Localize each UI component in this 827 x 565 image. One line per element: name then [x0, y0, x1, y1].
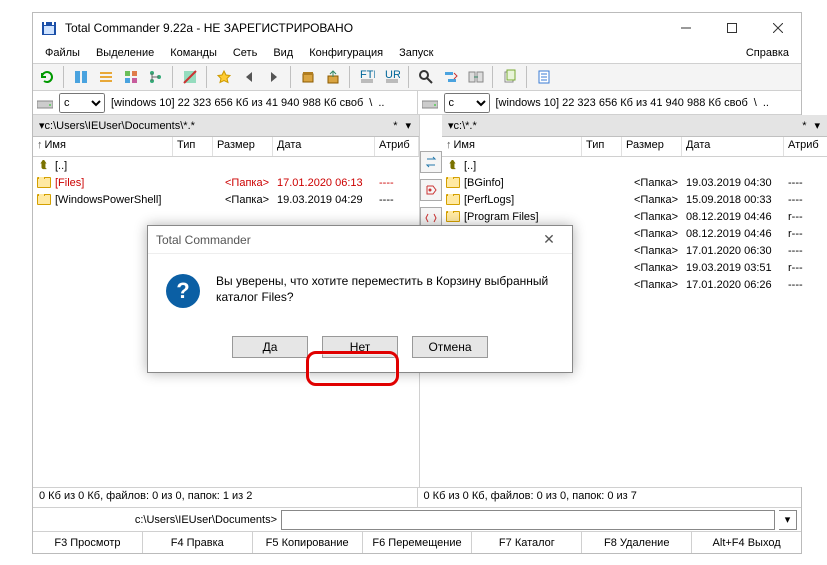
- multi-rename-icon[interactable]: [439, 65, 463, 89]
- right-columns[interactable]: Имя Тип Размер Дата Атриб: [442, 137, 827, 157]
- no-button[interactable]: Нет: [322, 336, 398, 358]
- drive-up-button[interactable]: ..: [378, 97, 384, 109]
- col-type[interactable]: Тип: [173, 137, 213, 156]
- left-columns[interactable]: Имя Тип Размер Дата Атриб: [33, 137, 419, 157]
- menu-commands[interactable]: Команды: [162, 45, 225, 61]
- dialog-title: Total Commander: [156, 233, 534, 247]
- file-row[interactable]: ⮬[..]: [442, 157, 827, 174]
- col-date[interactable]: Дата: [273, 137, 375, 156]
- window-title: Total Commander 9.22a - НЕ ЗАРЕГИСТРИРОВ…: [65, 21, 663, 35]
- history-icon[interactable]: ▾: [810, 119, 824, 132]
- url-icon[interactable]: URL: [380, 65, 404, 89]
- cancel-button[interactable]: Отмена: [412, 336, 488, 358]
- cmdline-input[interactable]: [281, 510, 775, 530]
- col-name[interactable]: Имя: [442, 137, 582, 156]
- file-row[interactable]: ⮬[..]: [33, 157, 419, 174]
- invert-icon[interactable]: [178, 65, 202, 89]
- menu-files[interactable]: Файлы: [37, 45, 88, 61]
- f3-button[interactable]: F3 Просмотр: [33, 532, 143, 553]
- dialog-close-icon[interactable]: ✕: [534, 231, 564, 248]
- left-status: 0 Кб из 0 Кб, файлов: 0 из 0, папок: 1 и…: [33, 488, 418, 507]
- menu-view[interactable]: Вид: [265, 45, 301, 61]
- menu-config[interactable]: Конфигурация: [301, 45, 391, 61]
- toolbar: FTP URL: [33, 63, 801, 91]
- close-button[interactable]: [755, 13, 801, 43]
- thumbnails-icon[interactable]: [119, 65, 143, 89]
- search-icon[interactable]: [414, 65, 438, 89]
- dialog-message: Вы уверены, что хотите переместить в Кор…: [216, 274, 554, 305]
- col-name[interactable]: Имя: [33, 137, 173, 156]
- function-keys: F3 Просмотр F4 Правка F5 Копирование F6 …: [33, 531, 801, 553]
- right-pathbar[interactable]: ▾ c:\*.* * ▾: [442, 115, 827, 137]
- drive-root-button[interactable]: \: [754, 97, 757, 109]
- question-icon: ?: [166, 274, 200, 308]
- star-icon[interactable]: [212, 65, 236, 89]
- menu-start[interactable]: Запуск: [391, 45, 441, 61]
- cmdline-label: c:\Users\IEUser\Documents>: [37, 514, 277, 526]
- full-view-icon[interactable]: [94, 65, 118, 89]
- drive-icon: [37, 97, 53, 109]
- copy-names-icon[interactable]: [498, 65, 522, 89]
- file-row[interactable]: [Files]<Папка>17.01.2020 06:13----: [33, 174, 419, 191]
- tree-icon[interactable]: [144, 65, 168, 89]
- left-pathbar[interactable]: ▾ c:\Users\IEUser\Documents\*.* * ▾: [33, 115, 419, 137]
- drive-up-button[interactable]: ..: [763, 97, 769, 109]
- right-drive-select[interactable]: c: [444, 93, 490, 113]
- f4-button[interactable]: F4 Правка: [143, 532, 253, 553]
- forward-icon[interactable]: [262, 65, 286, 89]
- minimize-button[interactable]: [663, 13, 709, 43]
- menu-net[interactable]: Сеть: [225, 45, 265, 61]
- back-icon[interactable]: [237, 65, 261, 89]
- swap-panels-icon[interactable]: [420, 151, 442, 173]
- file-row[interactable]: [PerfLogs]<Папка>15.09.2018 00:33----: [442, 191, 827, 208]
- confirm-dialog: Total Commander ✕ ? Вы уверены, что хоти…: [147, 225, 573, 373]
- notepad-icon[interactable]: [532, 65, 556, 89]
- col-attr[interactable]: Атриб: [784, 137, 827, 156]
- pack-icon[interactable]: [296, 65, 320, 89]
- f5-button[interactable]: F5 Копирование: [253, 532, 363, 553]
- col-attr[interactable]: Атриб: [375, 137, 419, 156]
- command-line: c:\Users\IEUser\Documents> ▾: [33, 507, 801, 531]
- app-icon: [41, 20, 57, 36]
- maximize-button[interactable]: [709, 13, 755, 43]
- ftp-icon[interactable]: FTP: [355, 65, 379, 89]
- col-size[interactable]: Размер: [213, 137, 273, 156]
- cmdline-history-icon[interactable]: ▾: [779, 510, 797, 530]
- col-size[interactable]: Размер: [622, 137, 682, 156]
- altf4-button[interactable]: Alt+F4 Выход: [692, 532, 801, 553]
- f6-button[interactable]: F6 Перемещение: [363, 532, 473, 553]
- yes-button[interactable]: Да: [232, 336, 308, 358]
- drive-root-button[interactable]: \: [369, 97, 372, 109]
- left-drive-label: [windows 10] 22 323 656 Кб из 41 940 988…: [111, 97, 363, 109]
- drivebar: c [windows 10] 22 323 656 Кб из 41 940 9…: [33, 91, 801, 115]
- col-type[interactable]: Тип: [582, 137, 622, 156]
- col-date[interactable]: Дата: [682, 137, 784, 156]
- file-row[interactable]: [WindowsPowerShell]<Папка>19.03.2019 04:…: [33, 191, 419, 208]
- history-icon[interactable]: ▾: [401, 119, 415, 132]
- unpack-icon[interactable]: [321, 65, 345, 89]
- f8-button[interactable]: F8 Удаление: [582, 532, 692, 553]
- favorites-icon[interactable]: *: [798, 120, 810, 132]
- drive-icon: [422, 97, 438, 109]
- f7-button[interactable]: F7 Каталог: [472, 532, 582, 553]
- right-path: c:\*.*: [454, 120, 477, 132]
- right-drive-label: [windows 10] 22 323 656 Кб из 41 940 988…: [496, 97, 748, 109]
- refresh-icon[interactable]: [35, 65, 59, 89]
- right-status: 0 Кб из 0 Кб, файлов: 0 из 0, папок: 0 и…: [418, 488, 802, 507]
- statusbar: 0 Кб из 0 Кб, файлов: 0 из 0, папок: 1 и…: [33, 487, 801, 507]
- menu-selection[interactable]: Выделение: [88, 45, 162, 61]
- brief-view-icon[interactable]: [69, 65, 93, 89]
- menu-help[interactable]: Справка: [738, 45, 797, 61]
- menubar: Файлы Выделение Команды Сеть Вид Конфигу…: [33, 43, 801, 63]
- sync-icon[interactable]: [464, 65, 488, 89]
- file-row[interactable]: [Program Files]<Папка>08.12.2019 04:46r-…: [442, 208, 827, 225]
- favorites-icon[interactable]: *: [389, 120, 401, 132]
- left-path: c:\Users\IEUser\Documents\*.*: [45, 120, 195, 132]
- file-row[interactable]: [BGinfo]<Папка>19.03.2019 04:30----: [442, 174, 827, 191]
- titlebar: Total Commander 9.22a - НЕ ЗАРЕГИСТРИРОВ…: [33, 13, 801, 43]
- target-equals-source-icon[interactable]: [420, 179, 442, 201]
- left-drive-select[interactable]: c: [59, 93, 105, 113]
